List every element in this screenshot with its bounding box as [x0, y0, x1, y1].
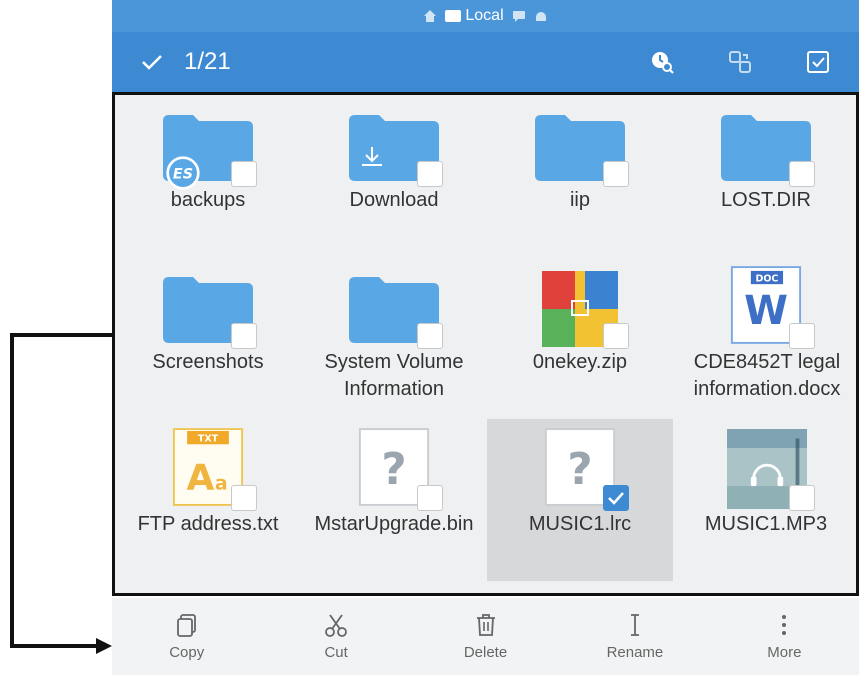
more-button[interactable]: More	[710, 598, 859, 675]
file-name: MstarUpgrade.bin	[314, 513, 474, 535]
file-item-cde8452t-docx[interactable]: DOC W CDE8452T legal information.docx	[673, 257, 859, 419]
select-checkbox[interactable]	[231, 161, 257, 187]
select-checkbox[interactable]	[789, 323, 815, 349]
action-toolbar: Copy Cut Delete Rename More	[112, 598, 859, 675]
select-checkbox[interactable]	[231, 323, 257, 349]
file-item-screenshots[interactable]: Screenshots	[115, 257, 301, 419]
location-label: Local	[465, 7, 504, 24]
file-name: System Volume Information	[324, 351, 464, 400]
file-name: LOST.DIR	[720, 189, 812, 211]
cut-button[interactable]: Cut	[261, 598, 410, 675]
home-icon	[424, 10, 437, 22]
svg-text:a: a	[215, 473, 228, 495]
svg-text:?: ?	[567, 445, 592, 495]
svg-text:W: W	[744, 288, 788, 334]
status-bar: Local	[112, 0, 859, 32]
file-item-download[interactable]: Download	[301, 95, 487, 257]
svg-text:A: A	[186, 458, 214, 499]
more-vert-icon	[782, 615, 787, 635]
file-name: CDE8452T legal information.docx	[693, 351, 841, 400]
text-cursor-icon	[630, 614, 639, 636]
es-logo-icon: ES	[166, 156, 200, 190]
search-history-icon[interactable]	[649, 49, 675, 75]
selection-count: 1/21	[184, 48, 231, 75]
file-item-backups[interactable]: ES backups	[115, 95, 301, 257]
copy-label: Copy	[169, 644, 205, 661]
select-checkbox[interactable]	[603, 323, 629, 349]
file-name: Download	[349, 189, 439, 211]
file-name: iip	[569, 189, 590, 211]
file-name: FTP address.txt	[137, 513, 279, 535]
file-item-lost-dir[interactable]: LOST.DIR	[673, 95, 859, 257]
chat-icon	[512, 11, 525, 22]
file-item-ftp-address-txt[interactable]: TXT A a FTP address.txt	[115, 419, 301, 581]
delete-button[interactable]: Delete	[411, 598, 560, 675]
location-indicator: Local	[445, 7, 504, 25]
doc-badge: DOC	[756, 273, 779, 284]
rename-label: Rename	[606, 644, 664, 661]
file-item-onekey-zip[interactable]: 0nekey.zip	[487, 257, 673, 419]
select-checkbox-checked[interactable]	[603, 485, 629, 511]
txt-badge: TXT	[198, 433, 219, 444]
svg-text:ES: ES	[173, 166, 193, 182]
scissors-icon	[325, 614, 348, 637]
file-item-iip[interactable]: iip	[487, 95, 673, 257]
svg-text:?: ?	[381, 445, 406, 495]
check-icon	[608, 492, 624, 505]
rename-button[interactable]: Rename	[560, 598, 709, 675]
select-checkbox[interactable]	[417, 323, 443, 349]
file-name: Screenshots	[152, 351, 264, 373]
select-all-icon[interactable]	[805, 49, 831, 75]
window-icon	[445, 10, 462, 22]
file-item-music1-lrc[interactable]: ? MUSIC1.lrc	[487, 419, 673, 581]
select-checkbox[interactable]	[417, 161, 443, 187]
file-item-music1-mp3[interactable]: MUSIC1.MP3	[673, 419, 859, 581]
select-checkbox[interactable]	[231, 485, 257, 511]
file-name: MUSIC1.MP3	[704, 513, 828, 535]
copy-icon	[176, 614, 196, 637]
selection-header: 1/21	[112, 32, 859, 92]
select-checkbox[interactable]	[789, 161, 815, 187]
download-icon	[362, 147, 382, 166]
check-icon[interactable]	[140, 50, 164, 74]
transfer-icon[interactable]	[727, 49, 753, 75]
file-name: MUSIC1.lrc	[528, 513, 632, 535]
cut-label: Cut	[324, 644, 348, 661]
delete-label: Delete	[463, 644, 508, 661]
select-checkbox[interactable]	[789, 485, 815, 511]
file-item-mstarupgrade-bin[interactable]: ? MstarUpgrade.bin	[301, 419, 487, 581]
android-icon	[535, 12, 546, 21]
file-item-system-volume-information[interactable]: System Volume Information	[301, 257, 487, 419]
trash-icon	[476, 614, 495, 636]
file-name: 0nekey.zip	[532, 351, 628, 373]
select-checkbox[interactable]	[603, 161, 629, 187]
copy-button[interactable]: Copy	[112, 598, 261, 675]
file-name: backups	[170, 189, 246, 211]
select-checkbox[interactable]	[417, 485, 443, 511]
file-grid: ES backups Download iip LOST.DIR Screens…	[112, 92, 859, 596]
more-label: More	[767, 644, 802, 661]
